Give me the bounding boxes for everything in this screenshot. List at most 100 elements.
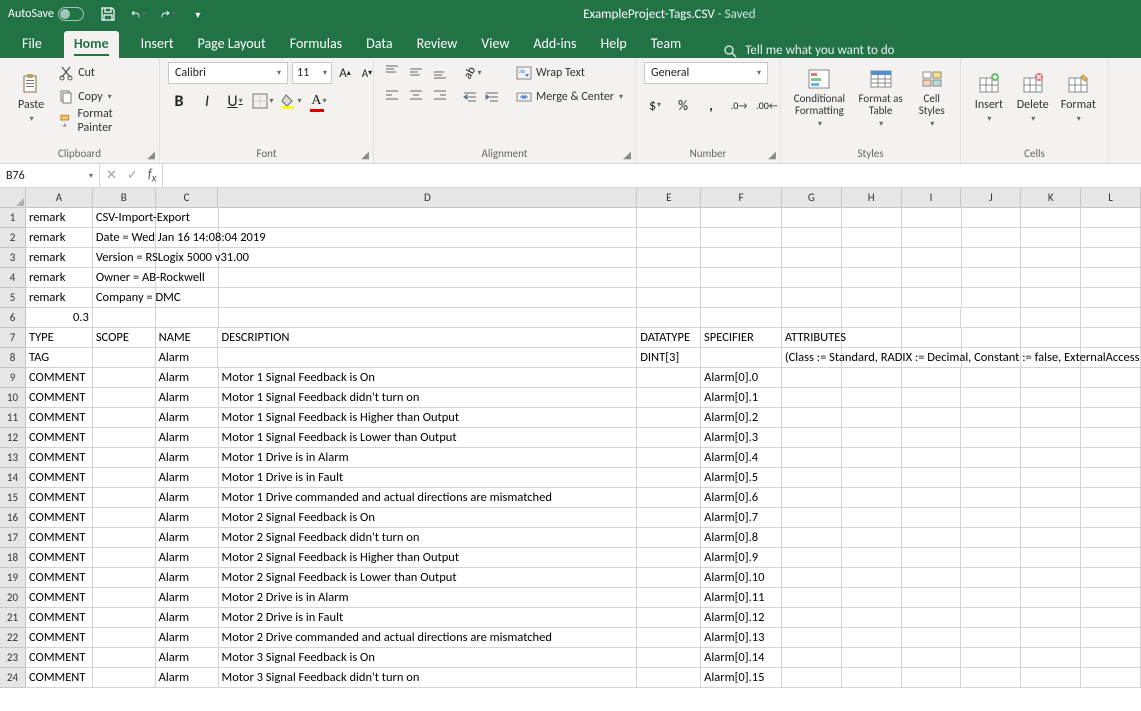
cell-H13[interactable] bbox=[842, 448, 902, 468]
column-header-A[interactable]: A bbox=[26, 188, 93, 208]
cell-C24[interactable]: Alarm bbox=[156, 668, 219, 688]
cell-I4[interactable] bbox=[902, 268, 962, 288]
cell-I11[interactable] bbox=[902, 408, 962, 428]
number-format-select[interactable]: General▾ bbox=[644, 62, 768, 84]
cell-B13[interactable] bbox=[93, 448, 156, 468]
row-header[interactable]: 13 bbox=[0, 448, 26, 468]
cell-C10[interactable]: Alarm bbox=[156, 388, 219, 408]
cell-H7[interactable] bbox=[842, 328, 902, 348]
cell-A1[interactable]: remark bbox=[26, 208, 93, 228]
cell-H3[interactable] bbox=[842, 248, 902, 268]
cell-H16[interactable] bbox=[842, 508, 902, 528]
cell-F2[interactable] bbox=[701, 228, 782, 248]
cell-I19[interactable] bbox=[902, 568, 962, 588]
cell-A23[interactable]: COMMENT bbox=[26, 648, 93, 668]
tab-insert[interactable]: Insert bbox=[139, 31, 176, 58]
row-header[interactable]: 21 bbox=[0, 608, 26, 628]
cell-K20[interactable] bbox=[1021, 588, 1081, 608]
cell-J1[interactable] bbox=[962, 208, 1022, 228]
cell-F11[interactable]: Alarm[0].2 bbox=[701, 408, 782, 428]
cell-D19[interactable]: Motor 2 Signal Feedback is Lower than Ou… bbox=[219, 568, 638, 588]
cell-I13[interactable] bbox=[902, 448, 962, 468]
row-header[interactable]: 9 bbox=[0, 368, 26, 388]
cell-I20[interactable] bbox=[902, 588, 962, 608]
cell-I18[interactable] bbox=[902, 548, 962, 568]
cell-G21[interactable] bbox=[782, 608, 842, 628]
cell-C23[interactable]: Alarm bbox=[156, 648, 219, 668]
comma-format-button[interactable]: , bbox=[700, 94, 722, 116]
cell-B6[interactable] bbox=[93, 308, 156, 328]
insert-cells-button[interactable]: Insert▾ bbox=[969, 62, 1009, 134]
cell-E24[interactable] bbox=[637, 668, 701, 688]
cell-A2[interactable]: remark bbox=[26, 228, 93, 248]
cell-F5[interactable] bbox=[701, 288, 782, 308]
cell-I1[interactable] bbox=[902, 208, 962, 228]
cell-J9[interactable] bbox=[961, 368, 1021, 388]
tab-home[interactable]: Home bbox=[64, 31, 119, 58]
cell-E10[interactable] bbox=[637, 388, 701, 408]
cell-H24[interactable] bbox=[842, 668, 902, 688]
cell-B5[interactable]: Company = DMC bbox=[93, 288, 156, 308]
cell-I12[interactable] bbox=[902, 428, 962, 448]
cell-K6[interactable] bbox=[1021, 308, 1081, 328]
cell-A15[interactable]: COMMENT bbox=[26, 488, 93, 508]
cell-B15[interactable] bbox=[93, 488, 156, 508]
merge-center-button[interactable]: Merge & Center▾ bbox=[512, 86, 627, 108]
cell-L17[interactable] bbox=[1081, 528, 1141, 548]
cell-L2[interactable] bbox=[1081, 228, 1141, 248]
cell-L22[interactable] bbox=[1081, 628, 1141, 648]
cell-L3[interactable] bbox=[1081, 248, 1141, 268]
cell-F17[interactable]: Alarm[0].8 bbox=[701, 528, 782, 548]
cell-G18[interactable] bbox=[782, 548, 842, 568]
cell-A8[interactable]: TAG bbox=[26, 348, 93, 368]
row-header[interactable]: 10 bbox=[0, 388, 26, 408]
cell-K17[interactable] bbox=[1021, 528, 1081, 548]
cell-C16[interactable]: Alarm bbox=[156, 508, 219, 528]
cell-F3[interactable] bbox=[701, 248, 782, 268]
cell-A18[interactable]: COMMENT bbox=[26, 548, 93, 568]
row-header[interactable]: 12 bbox=[0, 428, 26, 448]
cell-L13[interactable] bbox=[1081, 448, 1141, 468]
row-header[interactable]: 18 bbox=[0, 548, 26, 568]
cell-A11[interactable]: COMMENT bbox=[26, 408, 93, 428]
cell-J5[interactable] bbox=[962, 288, 1022, 308]
cell-D8[interactable] bbox=[218, 348, 637, 368]
cell-J13[interactable] bbox=[961, 448, 1021, 468]
cell-F20[interactable]: Alarm[0].11 bbox=[701, 588, 782, 608]
cell-L18[interactable] bbox=[1081, 548, 1141, 568]
cell-J6[interactable] bbox=[961, 308, 1021, 328]
cell-E19[interactable] bbox=[637, 568, 701, 588]
cell-F23[interactable]: Alarm[0].14 bbox=[701, 648, 782, 668]
cell-L24[interactable] bbox=[1081, 668, 1141, 688]
tab-view[interactable]: View bbox=[479, 31, 511, 58]
dialog-launcher-icon[interactable]: ◢ bbox=[361, 148, 369, 161]
cell-E20[interactable] bbox=[637, 588, 701, 608]
cell-K15[interactable] bbox=[1021, 488, 1081, 508]
cell-A6[interactable]: 0.3 bbox=[26, 308, 93, 328]
cell-A5[interactable]: remark bbox=[26, 288, 93, 308]
cell-F1[interactable] bbox=[701, 208, 782, 228]
decrease-decimal-button[interactable]: .00← bbox=[756, 94, 778, 116]
cell-H9[interactable] bbox=[842, 368, 902, 388]
cell-J23[interactable] bbox=[961, 648, 1021, 668]
cell-D13[interactable]: Motor 1 Drive is in Alarm bbox=[219, 448, 638, 468]
cell-L10[interactable] bbox=[1081, 388, 1141, 408]
insert-function-icon[interactable]: fx bbox=[148, 167, 157, 185]
conditional-formatting-button[interactable]: Conditional Formatting▾ bbox=[789, 62, 850, 134]
column-header-J[interactable]: J bbox=[961, 188, 1021, 208]
cell-D4[interactable] bbox=[219, 268, 638, 288]
cell-G20[interactable] bbox=[782, 588, 842, 608]
cell-A16[interactable]: COMMENT bbox=[26, 508, 93, 528]
cell-L14[interactable] bbox=[1081, 468, 1141, 488]
cell-J17[interactable] bbox=[961, 528, 1021, 548]
cell-H10[interactable] bbox=[842, 388, 902, 408]
cell-D17[interactable]: Motor 2 Signal Feedback didn't turn on bbox=[219, 528, 638, 548]
cell-K9[interactable] bbox=[1021, 368, 1081, 388]
copy-button[interactable]: Copy▾ bbox=[54, 86, 151, 108]
dialog-launcher-icon[interactable]: ◢ bbox=[147, 148, 155, 161]
cell-I24[interactable] bbox=[902, 668, 962, 688]
row-header[interactable]: 22 bbox=[0, 628, 26, 648]
cell-C19[interactable]: Alarm bbox=[156, 568, 219, 588]
tab-add-ins[interactable]: Add-ins bbox=[531, 31, 578, 58]
cell-G1[interactable] bbox=[782, 208, 842, 228]
